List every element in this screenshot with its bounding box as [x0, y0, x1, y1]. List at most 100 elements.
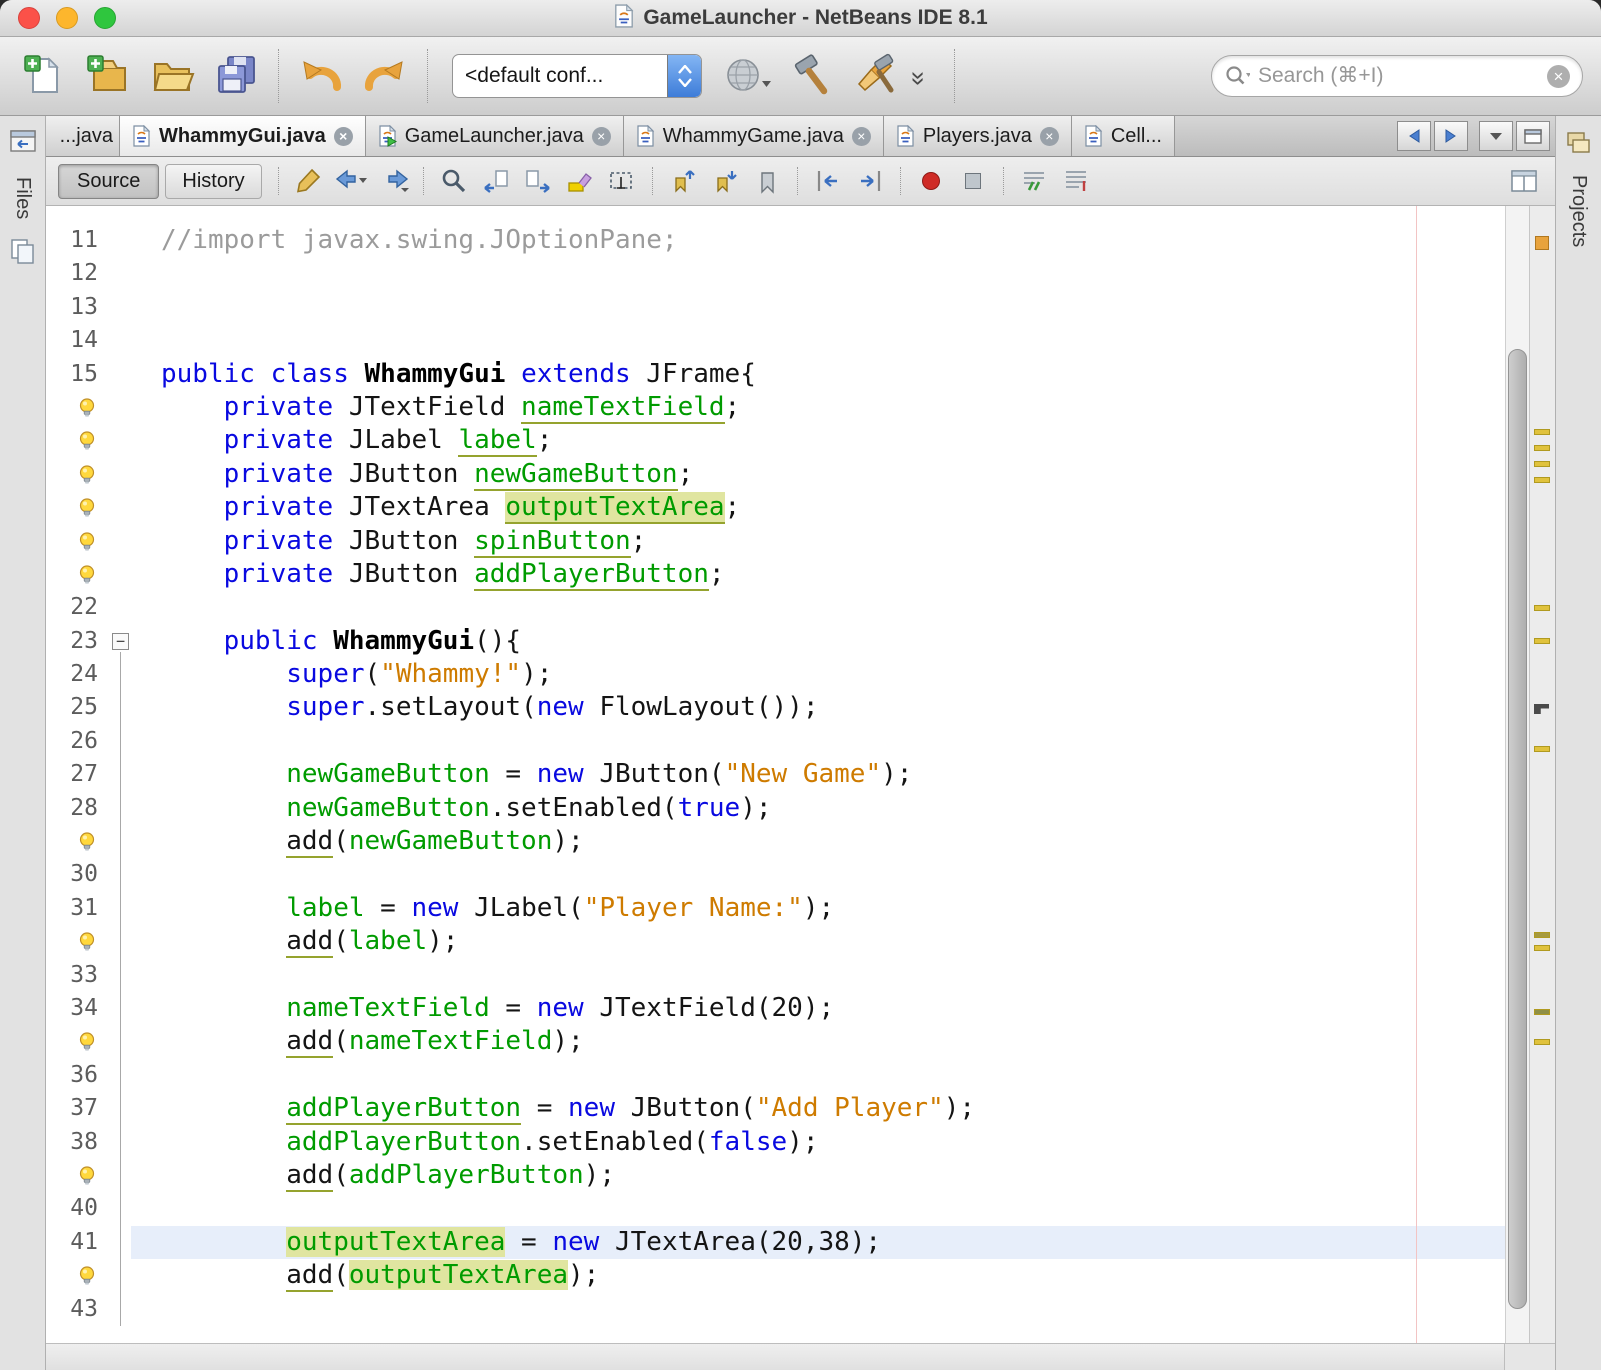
code-line-21[interactable]: private JButton addPlayerButton; — [46, 558, 1505, 591]
code-line-40[interactable]: 40 — [46, 1192, 1505, 1225]
uncomment-icon[interactable] — [1055, 163, 1097, 199]
stop-macro-recording-icon[interactable] — [952, 163, 994, 199]
horizontal-scrollbar[interactable] — [46, 1343, 1555, 1370]
code-line-13[interactable]: 13 — [46, 291, 1505, 324]
stripe-warning-mark[interactable] — [1534, 945, 1550, 951]
redo-button[interactable] — [353, 43, 417, 109]
maximize-document-button[interactable] — [1516, 121, 1550, 151]
tab-list-dropdown-button[interactable] — [1479, 121, 1513, 151]
gutter-line-34[interactable]: 34 — [46, 992, 131, 1025]
stripe-caret-mark[interactable] — [1534, 704, 1549, 714]
code-line-35[interactable]: add(nameTextField); — [46, 1025, 1505, 1059]
titlebar[interactable]: GameLauncher - NetBeans IDE 8.1 — [0, 0, 1601, 37]
toolbar-overflow-icon[interactable]: » — [904, 71, 935, 81]
deploy-button[interactable] — [716, 43, 780, 109]
code-line-39[interactable]: add(addPlayerButton); — [46, 1159, 1505, 1192]
gutter-line-29[interactable] — [46, 825, 131, 858]
undo-button[interactable] — [289, 43, 353, 109]
zoom-window-button[interactable] — [94, 7, 116, 29]
start-macro-recording-icon[interactable] — [910, 163, 952, 199]
code-line-36[interactable]: 36 — [46, 1059, 1505, 1092]
tab-whammygame-java[interactable]: WhammyGame.java × — [623, 116, 884, 156]
code-line-30[interactable]: 30 — [46, 858, 1505, 891]
tab-players-java[interactable]: Players.java × — [883, 116, 1072, 156]
warning-hint-icon[interactable] — [76, 828, 98, 854]
search-field[interactable]: × — [1211, 55, 1583, 97]
gutter-line-28[interactable]: 28 — [46, 792, 131, 825]
tab-cell[interactable]: Cell... — [1071, 116, 1175, 156]
gutter-line-27[interactable]: 27 — [46, 758, 131, 791]
vertical-scrollbar[interactable] — [1505, 206, 1529, 1343]
close-tab-icon[interactable]: × — [851, 126, 871, 146]
next-bookmark-icon[interactable] — [704, 163, 746, 199]
tab-java[interactable]: ...java — [46, 116, 120, 156]
gutter-line-35[interactable] — [46, 1025, 131, 1058]
find-next-occurrence-icon[interactable] — [517, 163, 559, 199]
stripe-square-mark[interactable] — [1535, 236, 1549, 250]
configuration-dropdown[interactable]: <default conf... — [452, 54, 702, 98]
toggle-bookmark-icon[interactable] — [746, 163, 788, 199]
code-line-17[interactable]: private JLabel label; — [46, 424, 1505, 458]
code-line-38[interactable]: 38 addPlayerButton.setEnabled(false); — [46, 1126, 1505, 1159]
stripe-warning-mark[interactable] — [1534, 932, 1550, 938]
gutter-line-19[interactable] — [46, 491, 131, 524]
code-line-22[interactable]: 22 — [46, 591, 1505, 624]
gutter-line-18[interactable] — [46, 458, 131, 491]
gutter-line-31[interactable]: 31 — [46, 892, 131, 925]
forward-icon[interactable] — [372, 163, 414, 199]
warning-hint-icon[interactable] — [76, 928, 98, 954]
last-edit-location-icon[interactable] — [288, 163, 330, 199]
code-editor[interactable]: 11//import javax.swing.JOptionPane; 12 13 1… — [46, 206, 1505, 1343]
warning-hint-icon[interactable] — [76, 528, 98, 554]
gutter-line-26[interactable]: 26 — [46, 725, 131, 758]
code-line-15[interactable]: 15 public class WhammyGui extends JFrame{ — [46, 358, 1505, 391]
gutter-line-42[interactable] — [46, 1259, 131, 1292]
dock-window-icon[interactable] — [9, 128, 37, 159]
code-line-42[interactable]: add(outputTextArea); — [46, 1259, 1505, 1293]
gutter-line-38[interactable]: 38 — [46, 1126, 131, 1159]
find-selection-icon[interactable] — [433, 163, 475, 199]
code-line-28[interactable]: 28 newGameButton.setEnabled(true); — [46, 792, 1505, 825]
shift-line-right-icon[interactable] — [849, 163, 891, 199]
history-view-button[interactable]: History — [165, 163, 262, 199]
gutter-line-37[interactable]: 37 — [46, 1092, 131, 1125]
previous-bookmark-icon[interactable] — [662, 163, 704, 199]
shift-line-left-icon[interactable] — [807, 163, 849, 199]
code-line-23[interactable]: 23 public WhammyGui(){− — [46, 625, 1505, 658]
code-line-33[interactable]: 33 — [46, 959, 1505, 992]
warning-hint-icon[interactable] — [76, 394, 98, 420]
close-tab-icon[interactable]: × — [591, 126, 611, 146]
code-line-37[interactable]: 37 addPlayerButton = new JButton("Add Pl… — [46, 1092, 1505, 1126]
code-line-41[interactable]: 41 outputTextArea = new JTextArea(20,38)… — [46, 1225, 1505, 1260]
code-line-24[interactable]: 24 super("Whammy!"); — [46, 658, 1505, 691]
stripe-warning-mark[interactable] — [1534, 461, 1550, 467]
warning-hint-icon[interactable] — [76, 427, 98, 453]
gutter-line-13[interactable]: 13 — [46, 291, 131, 324]
open-project-button[interactable] — [140, 43, 204, 109]
projects-window-icon[interactable] — [1565, 130, 1593, 161]
gutter-line-20[interactable] — [46, 525, 131, 558]
gutter-line-33[interactable]: 33 — [46, 959, 131, 992]
gutter-line-40[interactable]: 40 — [46, 1192, 131, 1225]
gutter-line-43[interactable]: 43 — [46, 1293, 131, 1326]
gutter-line-25[interactable]: 25 — [46, 691, 131, 724]
toggle-comment-icon[interactable] — [1013, 163, 1055, 199]
warning-hint-icon[interactable] — [76, 561, 98, 587]
stripe-warning-mark[interactable] — [1534, 445, 1550, 451]
back-icon[interactable] — [330, 163, 372, 199]
gutter-line-32[interactable] — [46, 925, 131, 958]
gutter-line-41[interactable]: 41 — [46, 1226, 131, 1259]
warning-hint-icon[interactable] — [76, 1028, 98, 1054]
close-tab-icon[interactable]: × — [333, 126, 353, 146]
stripe-warning-mark[interactable] — [1534, 477, 1550, 483]
gutter-line-11[interactable]: 11 — [46, 224, 131, 257]
warning-hint-icon[interactable] — [76, 461, 98, 487]
stripe-warning-mark[interactable] — [1534, 429, 1550, 435]
close-window-button[interactable] — [18, 7, 40, 29]
find-previous-occurrence-icon[interactable] — [475, 163, 517, 199]
files-copy-icon[interactable] — [9, 237, 37, 270]
gutter-line-30[interactable]: 30 — [46, 858, 131, 891]
code-line-32[interactable]: add(label); — [46, 925, 1505, 959]
stripe-warning-mark[interactable] — [1534, 638, 1550, 644]
stripe-warning-mark[interactable] — [1534, 746, 1550, 752]
